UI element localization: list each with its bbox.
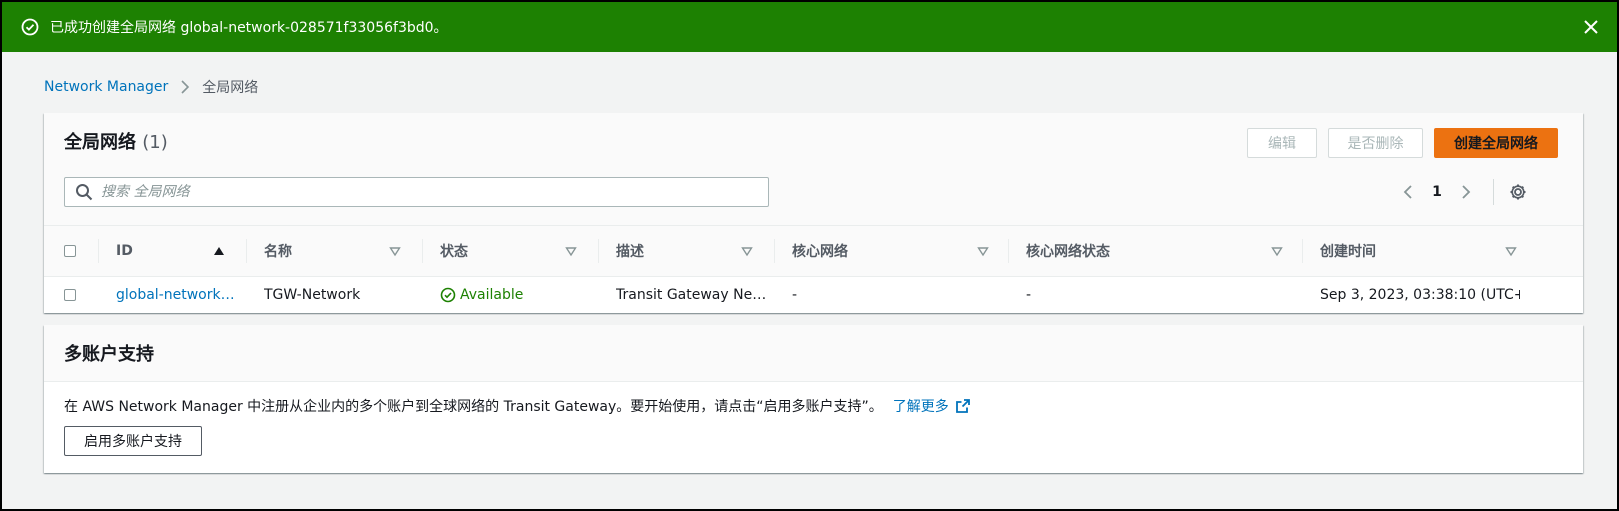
column-label: 名称: [264, 244, 292, 260]
status-text: Available: [460, 287, 524, 303]
sort-icon[interactable]: [1270, 244, 1284, 258]
learn-more-text: 了解更多: [892, 399, 949, 415]
multi-account-description-row: 在 AWS Network Manager 中注册从企业内的多个账户到全球网络的…: [64, 396, 1563, 416]
column-label: 描述: [616, 244, 644, 260]
cell-name: TGW-Network: [264, 287, 361, 303]
column-label: 核心网络: [792, 244, 848, 260]
search-input[interactable]: [99, 183, 768, 201]
pager-divider: [1493, 179, 1494, 205]
cell-id: global-network…: [116, 277, 238, 313]
column-divider: [1302, 239, 1303, 263]
status-indicator: Available: [440, 287, 523, 303]
cell-status: Available: [440, 277, 590, 313]
sort-ascending-icon[interactable]: [212, 244, 226, 258]
multi-account-title: 多账户支持: [44, 325, 1583, 382]
breadcrumb-current: 全局网络: [202, 80, 259, 96]
column-divider: [1008, 239, 1009, 263]
column-header-id[interactable]: ID: [116, 226, 226, 276]
column-label: 状态: [440, 244, 468, 260]
chevron-right-icon[interactable]: [1455, 181, 1477, 203]
column-label: 核心网络状态: [1026, 244, 1110, 260]
column-header-name[interactable]: 名称: [264, 226, 402, 276]
chevron-right-icon: [180, 80, 190, 94]
item-count: (1): [142, 132, 168, 153]
column-header-status[interactable]: 状态: [440, 226, 578, 276]
delete-button[interactable]: 是否删除: [1328, 128, 1423, 158]
edit-button[interactable]: 编辑: [1247, 128, 1317, 158]
success-flash-bar: 已成功创建全局网络 global-network-028571f33056f3b…: [2, 2, 1617, 52]
sort-icon[interactable]: [976, 244, 990, 258]
table-header-row: ID 名称 状态 描述 核心网络 核心网络状态 创建时间: [44, 226, 1583, 277]
table-row: global-network… TGW-Network Available Tr…: [44, 277, 1583, 313]
select-all-checkbox[interactable]: [64, 245, 76, 257]
enable-multi-account-button[interactable]: 启用多账户支持: [64, 426, 202, 456]
sort-icon[interactable]: [740, 244, 754, 258]
column-divider: [422, 239, 423, 263]
pagination: 1: [1397, 179, 1528, 205]
cell-created: Sep 3, 2023, 03:38:10 (UTC+…: [1320, 287, 1520, 303]
multi-account-body: 在 AWS Network Manager 中注册从企业内的多个账户到全球网络的…: [44, 382, 1583, 470]
title-text: 全局网络: [64, 132, 136, 153]
flash-message: 已成功创建全局网络 global-network-028571f33056f3b…: [50, 20, 448, 36]
global-networks-table-panel: 全局网络 (1) 编辑 是否删除 创建全局网络 1: [44, 113, 1583, 313]
column-divider: [98, 239, 99, 263]
close-icon[interactable]: [1581, 17, 1601, 37]
column-header-created[interactable]: 创建时间: [1320, 226, 1518, 276]
cell-description: Transit Gateway Ne…: [616, 287, 766, 303]
breadcrumb-network-manager[interactable]: Network Manager: [44, 79, 168, 95]
column-header-description[interactable]: 描述: [616, 226, 754, 276]
create-global-network-button[interactable]: 创建全局网络: [1434, 128, 1558, 158]
gear-icon[interactable]: [1508, 182, 1528, 202]
column-header-core-network[interactable]: 核心网络: [792, 226, 990, 276]
cell-core-network: -: [792, 287, 798, 303]
select-all-cell: [64, 226, 78, 276]
search-icon: [75, 183, 93, 201]
column-label: 创建时间: [1320, 244, 1376, 260]
column-divider: [774, 239, 775, 263]
sort-icon[interactable]: [564, 244, 578, 258]
chevron-left-icon[interactable]: [1397, 181, 1419, 203]
sort-icon[interactable]: [1504, 244, 1518, 258]
check-circle-icon: [20, 17, 40, 37]
global-network-id-link[interactable]: global-network…: [116, 287, 235, 303]
search-field[interactable]: [64, 177, 769, 207]
multi-account-support-panel: 多账户支持 在 AWS Network Manager 中注册从企业内的多个账户…: [44, 325, 1583, 473]
learn-more-link[interactable]: 了解更多: [893, 396, 971, 416]
column-label: ID: [116, 243, 133, 259]
cell-core-network-status: -: [1026, 287, 1032, 303]
multi-account-description: 在 AWS Network Manager 中注册从企业内的多个账户到全球网络的…: [64, 399, 883, 415]
row-checkbox[interactable]: [64, 289, 76, 301]
check-circle-icon: [440, 287, 456, 303]
sort-icon[interactable]: [388, 244, 402, 258]
external-link-icon: [955, 398, 971, 414]
current-page[interactable]: 1: [1419, 184, 1455, 200]
column-divider: [598, 239, 599, 263]
breadcrumb: Network Manager 全局网络: [44, 77, 258, 97]
column-divider: [246, 239, 247, 263]
row-select-cell: [64, 277, 78, 313]
page-title: 全局网络 (1): [64, 128, 168, 154]
column-header-core-network-status[interactable]: 核心网络状态: [1026, 226, 1284, 276]
table-header-area: 全局网络 (1) 编辑 是否删除 创建全局网络 1: [44, 113, 1583, 226]
